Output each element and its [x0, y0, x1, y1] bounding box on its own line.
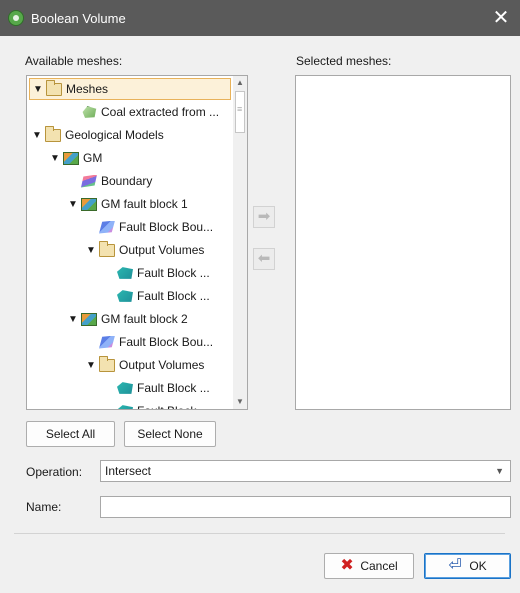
- tree-item-label: Fault Block ...: [137, 289, 210, 303]
- chevron-down-icon[interactable]: ▼: [495, 461, 504, 481]
- selected-meshes-label: Selected meshes:: [296, 54, 392, 68]
- model-icon: [63, 151, 79, 165]
- tree-item[interactable]: ▼ Output Volumes: [29, 239, 231, 261]
- tree-item-label: GM fault block 1: [101, 197, 188, 211]
- tree-item-label: GM fault block 2: [101, 312, 188, 326]
- model-icon: [81, 197, 97, 211]
- tree-item[interactable]: Fault Block Bou...: [29, 331, 231, 353]
- scroll-up-arrow-icon[interactable]: ▲: [233, 76, 247, 90]
- fault-vol-icon: [117, 290, 133, 302]
- tree-item-label: Output Volumes: [119, 358, 205, 372]
- move-left-button[interactable]: ⬅: [253, 248, 275, 270]
- select-all-button[interactable]: Select All: [26, 421, 115, 447]
- tree-scrollbar[interactable]: ▲ ▼: [233, 76, 247, 409]
- fault-vol-icon: [117, 382, 133, 394]
- selected-meshes-list[interactable]: [295, 75, 511, 410]
- tree-item-label: Fault Block ...: [137, 266, 210, 280]
- tree-item[interactable]: ▼ GM fault block 2: [29, 308, 231, 330]
- tree-item[interactable]: Fault Block ...: [29, 262, 231, 284]
- fault-vol-icon: [117, 267, 133, 279]
- divider: [14, 533, 505, 534]
- tree-item-label: Coal extracted from ...: [101, 105, 220, 119]
- tree-item-label: Output Volumes: [119, 243, 205, 257]
- folder-icon: [46, 79, 62, 96]
- tree-item-label: Fault Block Bou...: [119, 335, 214, 349]
- tree-item[interactable]: ▼ Meshes: [29, 78, 231, 100]
- tree-item[interactable]: Coal extracted from ...: [29, 101, 231, 123]
- title-bar: Boolean Volume ✕: [0, 0, 520, 36]
- mesh-icon: [82, 106, 97, 118]
- fault-vol-icon: [117, 405, 133, 409]
- available-meshes-tree[interactable]: ▼ Meshes Coal extracted from ... ▼ Geologica…: [26, 75, 248, 410]
- tree-item[interactable]: ▼ Geological Models: [29, 124, 231, 146]
- ok-button[interactable]: ⏎ OK: [424, 553, 511, 579]
- window-title: Boolean Volume: [31, 11, 126, 26]
- expand-arrow-icon[interactable]: ▼: [85, 245, 97, 256]
- select-none-button[interactable]: Select None: [124, 421, 216, 447]
- tree-item[interactable]: ▼ GM fault block 1: [29, 193, 231, 215]
- name-input[interactable]: [100, 496, 511, 518]
- tree-item-label: Geological Models: [65, 128, 164, 142]
- folder-icon: [99, 240, 115, 257]
- scroll-thumb[interactable]: [235, 91, 245, 133]
- tree-item-label: Fault Block Bou...: [119, 220, 214, 234]
- app-logo-icon: [8, 10, 24, 26]
- move-right-button[interactable]: ➡: [253, 206, 275, 228]
- expand-arrow-icon[interactable]: ▼: [85, 360, 97, 371]
- close-button[interactable]: ✕: [486, 4, 516, 32]
- folder-icon: [45, 125, 61, 142]
- fault-bb-icon: [99, 335, 115, 349]
- tree-item[interactable]: Fault Block Bou...: [29, 216, 231, 238]
- tree-item-label: Meshes: [66, 82, 109, 96]
- expand-arrow-icon[interactable]: ▼: [32, 84, 44, 95]
- operation-select[interactable]: Intersect ▼: [100, 460, 511, 482]
- name-label: Name:: [26, 500, 62, 514]
- tree-item[interactable]: Boundary: [29, 170, 231, 192]
- ok-label: OK: [469, 559, 487, 573]
- tree-item[interactable]: ▼ Output Volumes: [29, 354, 231, 376]
- enter-arrow-icon: ⏎: [448, 557, 462, 574]
- cancel-label: Cancel: [360, 559, 398, 573]
- model-icon: [81, 312, 97, 326]
- operation-label: Operation:: [26, 465, 83, 479]
- expand-arrow-icon[interactable]: ▼: [67, 314, 79, 325]
- expand-arrow-icon[interactable]: ▼: [67, 199, 79, 210]
- scroll-down-arrow-icon[interactable]: ▼: [233, 395, 247, 409]
- tree-item[interactable]: Fault Block ...: [29, 377, 231, 399]
- folder-icon: [99, 355, 115, 372]
- tree-item-label: GM: [83, 151, 103, 165]
- expand-arrow-icon[interactable]: ▼: [31, 130, 43, 141]
- tree-item-label: Fault Block ...: [137, 404, 210, 409]
- expand-arrow-icon[interactable]: ▼: [49, 153, 61, 164]
- tree-item[interactable]: Fault Block ...: [29, 400, 231, 409]
- tree-item-label: Boundary: [101, 174, 153, 188]
- available-meshes-label: Available meshes:: [25, 54, 123, 68]
- operation-value: Intersect: [105, 464, 152, 478]
- fault-bb-icon: [99, 220, 115, 234]
- tree-item-label: Fault Block ...: [137, 381, 210, 395]
- tree-item[interactable]: Fault Block ...: [29, 285, 231, 307]
- boundary-icon: [81, 174, 97, 188]
- cancel-button[interactable]: ✖ Cancel: [324, 553, 414, 579]
- tree-item[interactable]: ▼ GM: [29, 147, 231, 169]
- cancel-x-icon: ✖: [340, 557, 354, 574]
